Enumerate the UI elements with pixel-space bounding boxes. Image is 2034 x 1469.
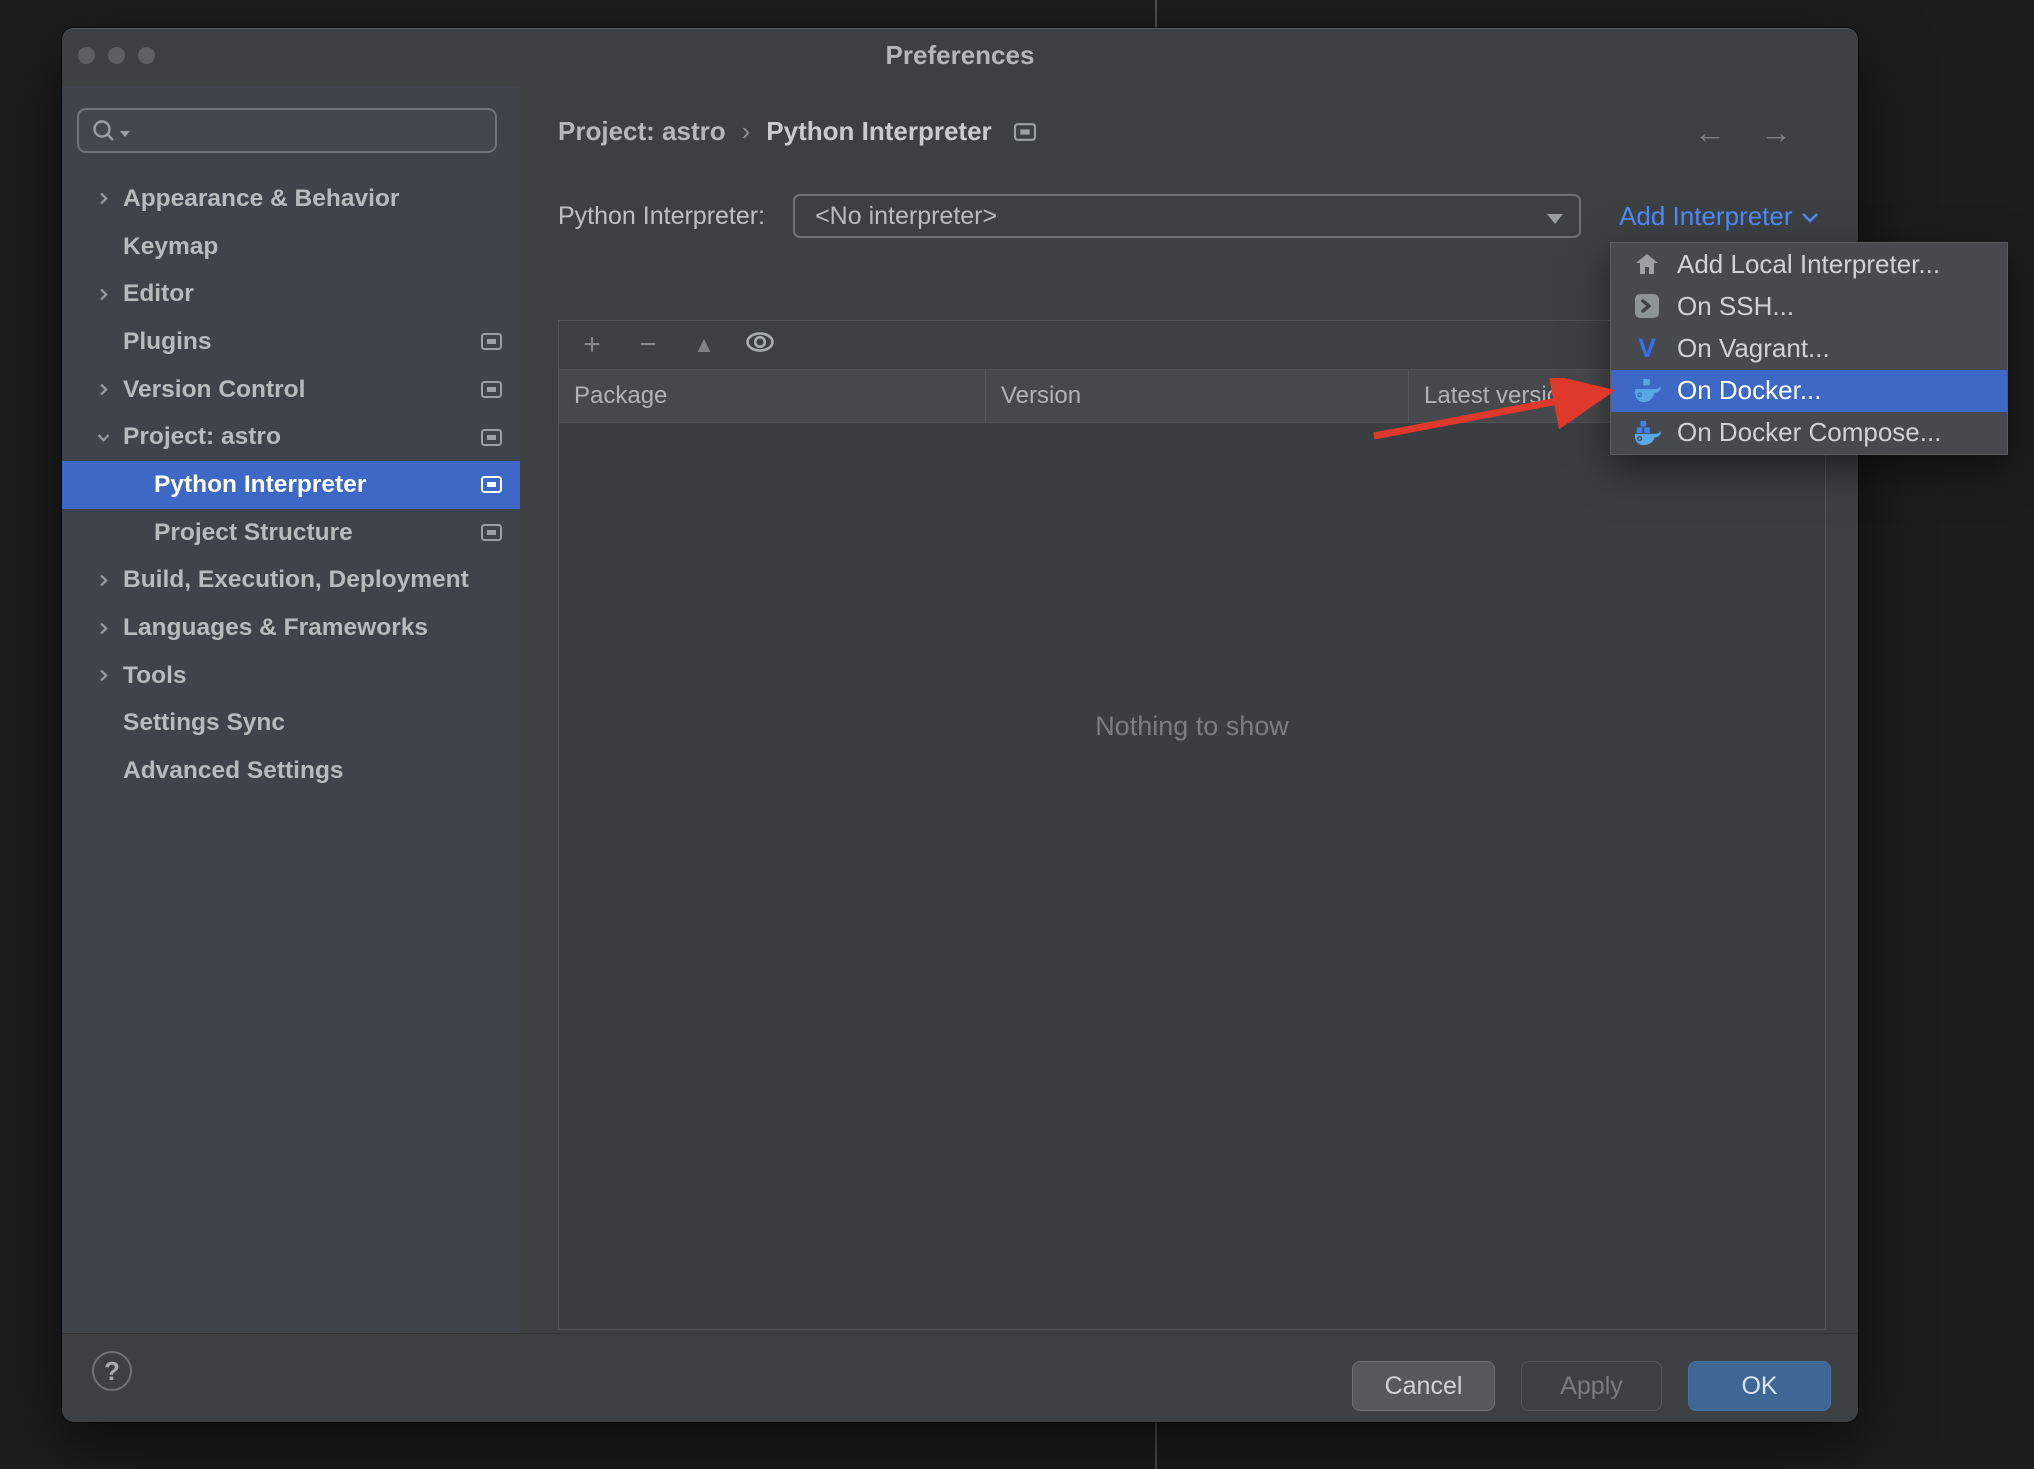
sidebar-item-keymap[interactable]: Keymap [62,223,520,271]
chevron-right-icon[interactable] [96,191,123,206]
window-icon [1013,122,1036,141]
chevron-right-icon[interactable] [96,621,123,636]
show-early-releases-eye-icon[interactable] [743,330,777,360]
sidebar-item-languages-frameworks[interactable]: Languages & Frameworks [62,604,520,652]
sidebar-item-label: Languages & Frameworks [123,614,428,642]
window-icon [481,476,502,494]
sidebar-item-label: Project: astro [123,423,281,451]
sidebar-item-tools[interactable]: Tools [62,652,520,700]
breadcrumb: Project: astro › Python Interpreter [558,116,1036,147]
menu-item-on-docker[interactable]: On Docker... [1611,369,2007,412]
combobox-caret-icon[interactable] [1547,214,1564,224]
background-line-top [1155,0,1157,28]
settings-search-field[interactable] [77,108,497,153]
column-header-version[interactable]: Version [986,370,1409,422]
sidebar-item-version-control[interactable]: Version Control [62,366,520,414]
menu-item-on-docker-compose[interactable]: On Docker Compose... [1611,412,2007,454]
chevron-right-icon[interactable] [96,287,123,302]
sidebar-item-label: Appearance & Behavior [123,184,400,212]
sidebar-item-plugins[interactable]: Plugins [62,318,520,366]
background-line-bottom [1155,1422,1157,1469]
sidebar-item-label: Settings Sync [123,709,286,737]
search-options-caret-icon[interactable] [120,130,130,137]
menu-item-label: On Vagrant... [1677,332,1830,363]
menu-item-on-ssh[interactable]: On SSH... [1611,285,2007,327]
docker-compose-icon [1629,420,1665,446]
ssh-icon [1629,293,1665,319]
chevron-down-icon[interactable] [96,430,123,445]
add-interpreter-link[interactable]: Add Interpreter [1619,201,1818,232]
preferences-window: Preferences Appearance & Behavior Keymap [62,28,2008,1422]
sidebar-item-label: Version Control [123,375,306,403]
sidebar-item-label: Plugins [123,327,212,355]
settings-tree: Appearance & Behavior Keymap Editor Plug… [62,175,520,795]
menu-item-label: On Docker... [1677,375,1822,406]
chevron-right-icon[interactable] [96,382,123,397]
cancel-button[interactable]: Cancel [1352,1361,1495,1411]
chevron-down-icon [1801,213,1818,223]
breadcrumb-separator: › [741,116,751,146]
interpreter-combobox[interactable]: <No interpreter> [793,194,1582,238]
sidebar-item-label: Keymap [123,232,219,260]
menu-item-on-vagrant[interactable]: V On Vagrant... [1611,327,2007,369]
breadcrumb-current: Python Interpreter [766,116,992,146]
sidebar-item-settings-sync[interactable]: Settings Sync [62,700,520,748]
search-icon [93,119,114,141]
sidebar-item-appearance-behavior[interactable]: Appearance & Behavior [62,175,520,223]
settings-sidebar: Appearance & Behavior Keymap Editor Plug… [62,86,520,1333]
sidebar-item-editor[interactable]: Editor [62,270,520,318]
ok-button[interactable]: OK [1688,1361,1831,1411]
history-navigation: ← → [1694,114,1792,151]
window-icon [481,524,502,542]
sidebar-item-label: Project Structure [154,518,353,546]
packages-panel: + − ▲ Package Version Latest version Not… [558,320,1826,1330]
sidebar-item-label: Tools [123,661,187,689]
forward-arrow-icon[interactable]: → [1760,114,1792,151]
sidebar-item-project-structure[interactable]: Project Structure [62,509,520,557]
menu-item-label: On Docker Compose... [1677,417,1942,448]
sidebar-item-python-interpreter[interactable]: Python Interpreter [62,461,520,509]
search-input[interactable] [130,117,495,144]
add-interpreter-label: Add Interpreter [1619,200,1793,231]
back-arrow-icon[interactable]: ← [1694,114,1726,151]
upgrade-package-icon[interactable]: ▲ [687,330,721,360]
apply-button[interactable]: Apply [1521,1361,1662,1411]
titlebar: Preferences [62,28,1858,82]
menu-item-add-local-interpreter[interactable]: Add Local Interpreter... [1611,243,2007,285]
sidebar-item-advanced-settings[interactable]: Advanced Settings [62,747,520,795]
sidebar-item-build-execution-deployment[interactable]: Build, Execution, Deployment [62,557,520,605]
help-question-icon: ? [104,1355,120,1386]
chevron-right-icon[interactable] [96,668,123,683]
add-interpreter-menu: Add Local Interpreter... On SSH... V On … [1610,242,2008,455]
chevron-right-icon[interactable] [96,573,123,588]
interpreter-combobox-value: <No interpreter> [815,201,998,230]
breadcrumb-parent[interactable]: Project: astro [558,116,726,147]
window-title: Preferences [885,39,1035,70]
sidebar-item-project-astro[interactable]: Project: astro [62,413,520,461]
vagrant-icon: V [1637,332,1656,363]
sidebar-item-label: Python Interpreter [154,470,367,498]
empty-table-message: Nothing to show [1095,711,1289,741]
menu-item-label: On SSH... [1677,290,1795,321]
window-icon [481,428,502,446]
help-button[interactable]: ? [92,1351,132,1391]
sidebar-item-label: Build, Execution, Deployment [123,566,469,594]
window-icon [481,333,502,351]
sidebar-item-label: Editor [123,280,194,308]
column-header-package[interactable]: Package [559,370,986,422]
interpreter-label: Python Interpreter: [558,201,766,230]
docker-icon [1629,378,1665,404]
menu-item-label: Add Local Interpreter... [1677,248,1941,279]
sidebar-item-label: Advanced Settings [123,757,344,785]
window-icon [481,381,502,399]
remove-package-icon[interactable]: − [631,330,665,360]
home-icon [1629,252,1665,276]
dialog-footer: ? Cancel Apply OK [62,1333,1858,1422]
add-package-icon[interactable]: + [575,330,609,360]
interpreter-row: Python Interpreter: <No interpreter> Add… [558,194,1819,238]
